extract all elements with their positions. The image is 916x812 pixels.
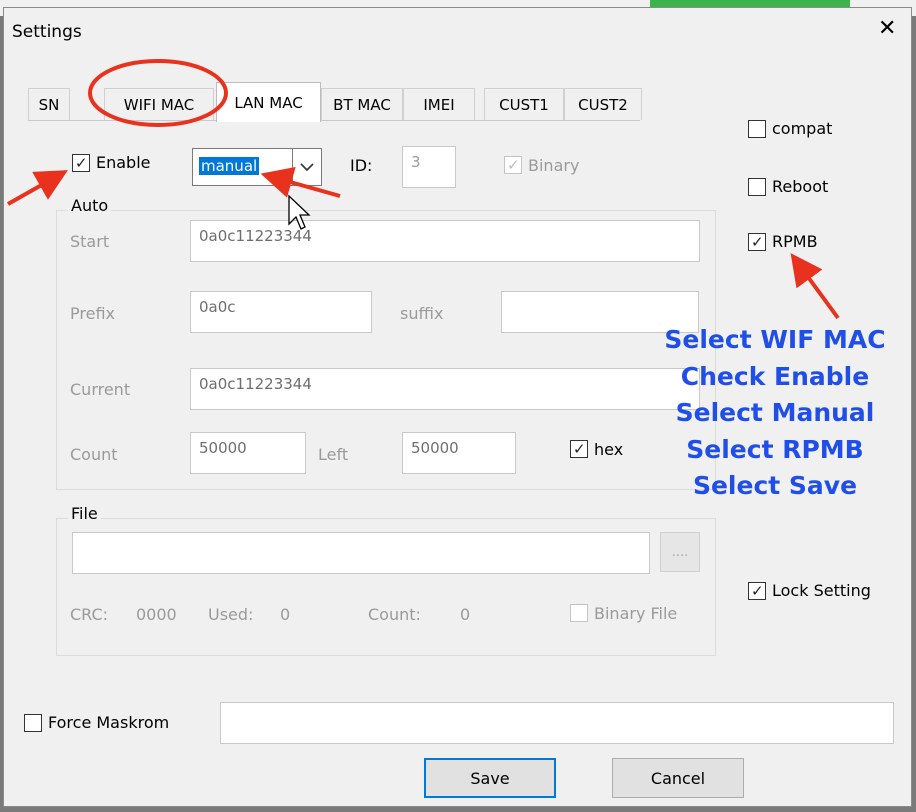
enable-arrow [7,170,68,206]
combo-arrow [260,166,341,198]
rpmb-arrow [790,253,840,320]
annotation-overlay [7,59,840,320]
mouse-pointer-icon [288,194,311,230]
wifi-mac-highlight-circle [88,59,228,127]
